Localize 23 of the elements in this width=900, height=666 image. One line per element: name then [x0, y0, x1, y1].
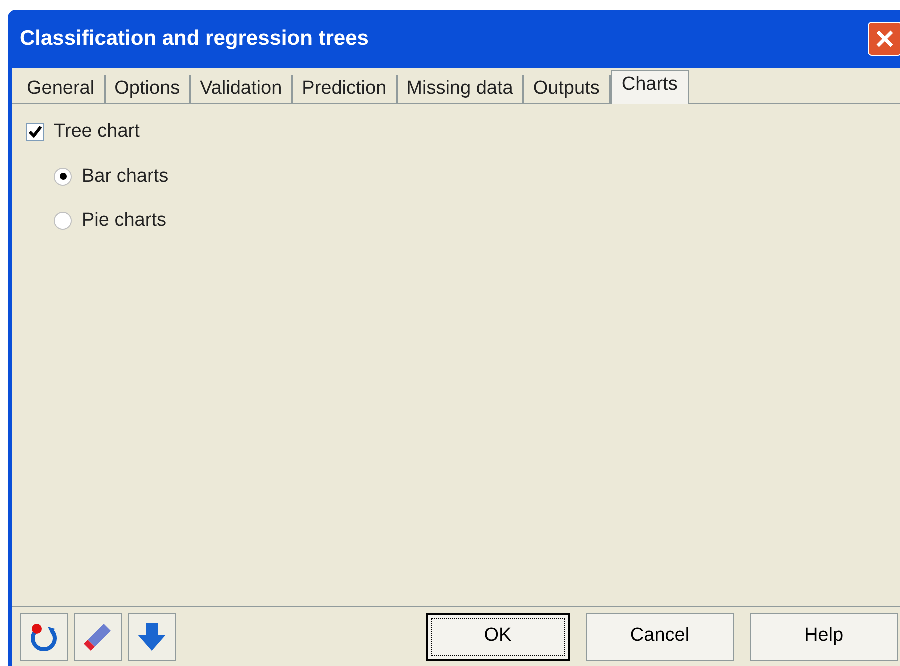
checkbox-label: Tree chart: [54, 120, 140, 144]
check-icon: [28, 126, 42, 138]
close-icon: [875, 29, 895, 49]
eraser-button[interactable]: [74, 612, 122, 660]
tab[interactable]: General: [18, 75, 106, 103]
down-arrow-icon: [136, 620, 168, 652]
tab[interactable]: Missing data: [398, 75, 524, 103]
down-arrow-button[interactable]: [128, 612, 176, 660]
checkbox[interactable]: [26, 123, 44, 142]
reset-button[interactable]: [20, 612, 68, 660]
radio-label: Bar charts: [82, 164, 169, 188]
window-title: Classification and regression trees: [20, 26, 369, 52]
close-button[interactable]: [868, 22, 900, 56]
tab[interactable]: Prediction: [293, 75, 398, 103]
tab[interactable]: Validation: [191, 75, 294, 103]
tab[interactable]: Options: [106, 75, 192, 103]
radio-label: Pie charts: [82, 209, 166, 233]
dialog-button[interactable]: OK: [426, 612, 570, 660]
tab[interactable]: Charts: [610, 70, 689, 104]
radio-button[interactable]: [54, 212, 72, 230]
dialog-button[interactable]: Cancel: [586, 612, 734, 660]
radio-button[interactable]: [54, 168, 72, 186]
dialog-button[interactable]: Help: [750, 612, 898, 660]
